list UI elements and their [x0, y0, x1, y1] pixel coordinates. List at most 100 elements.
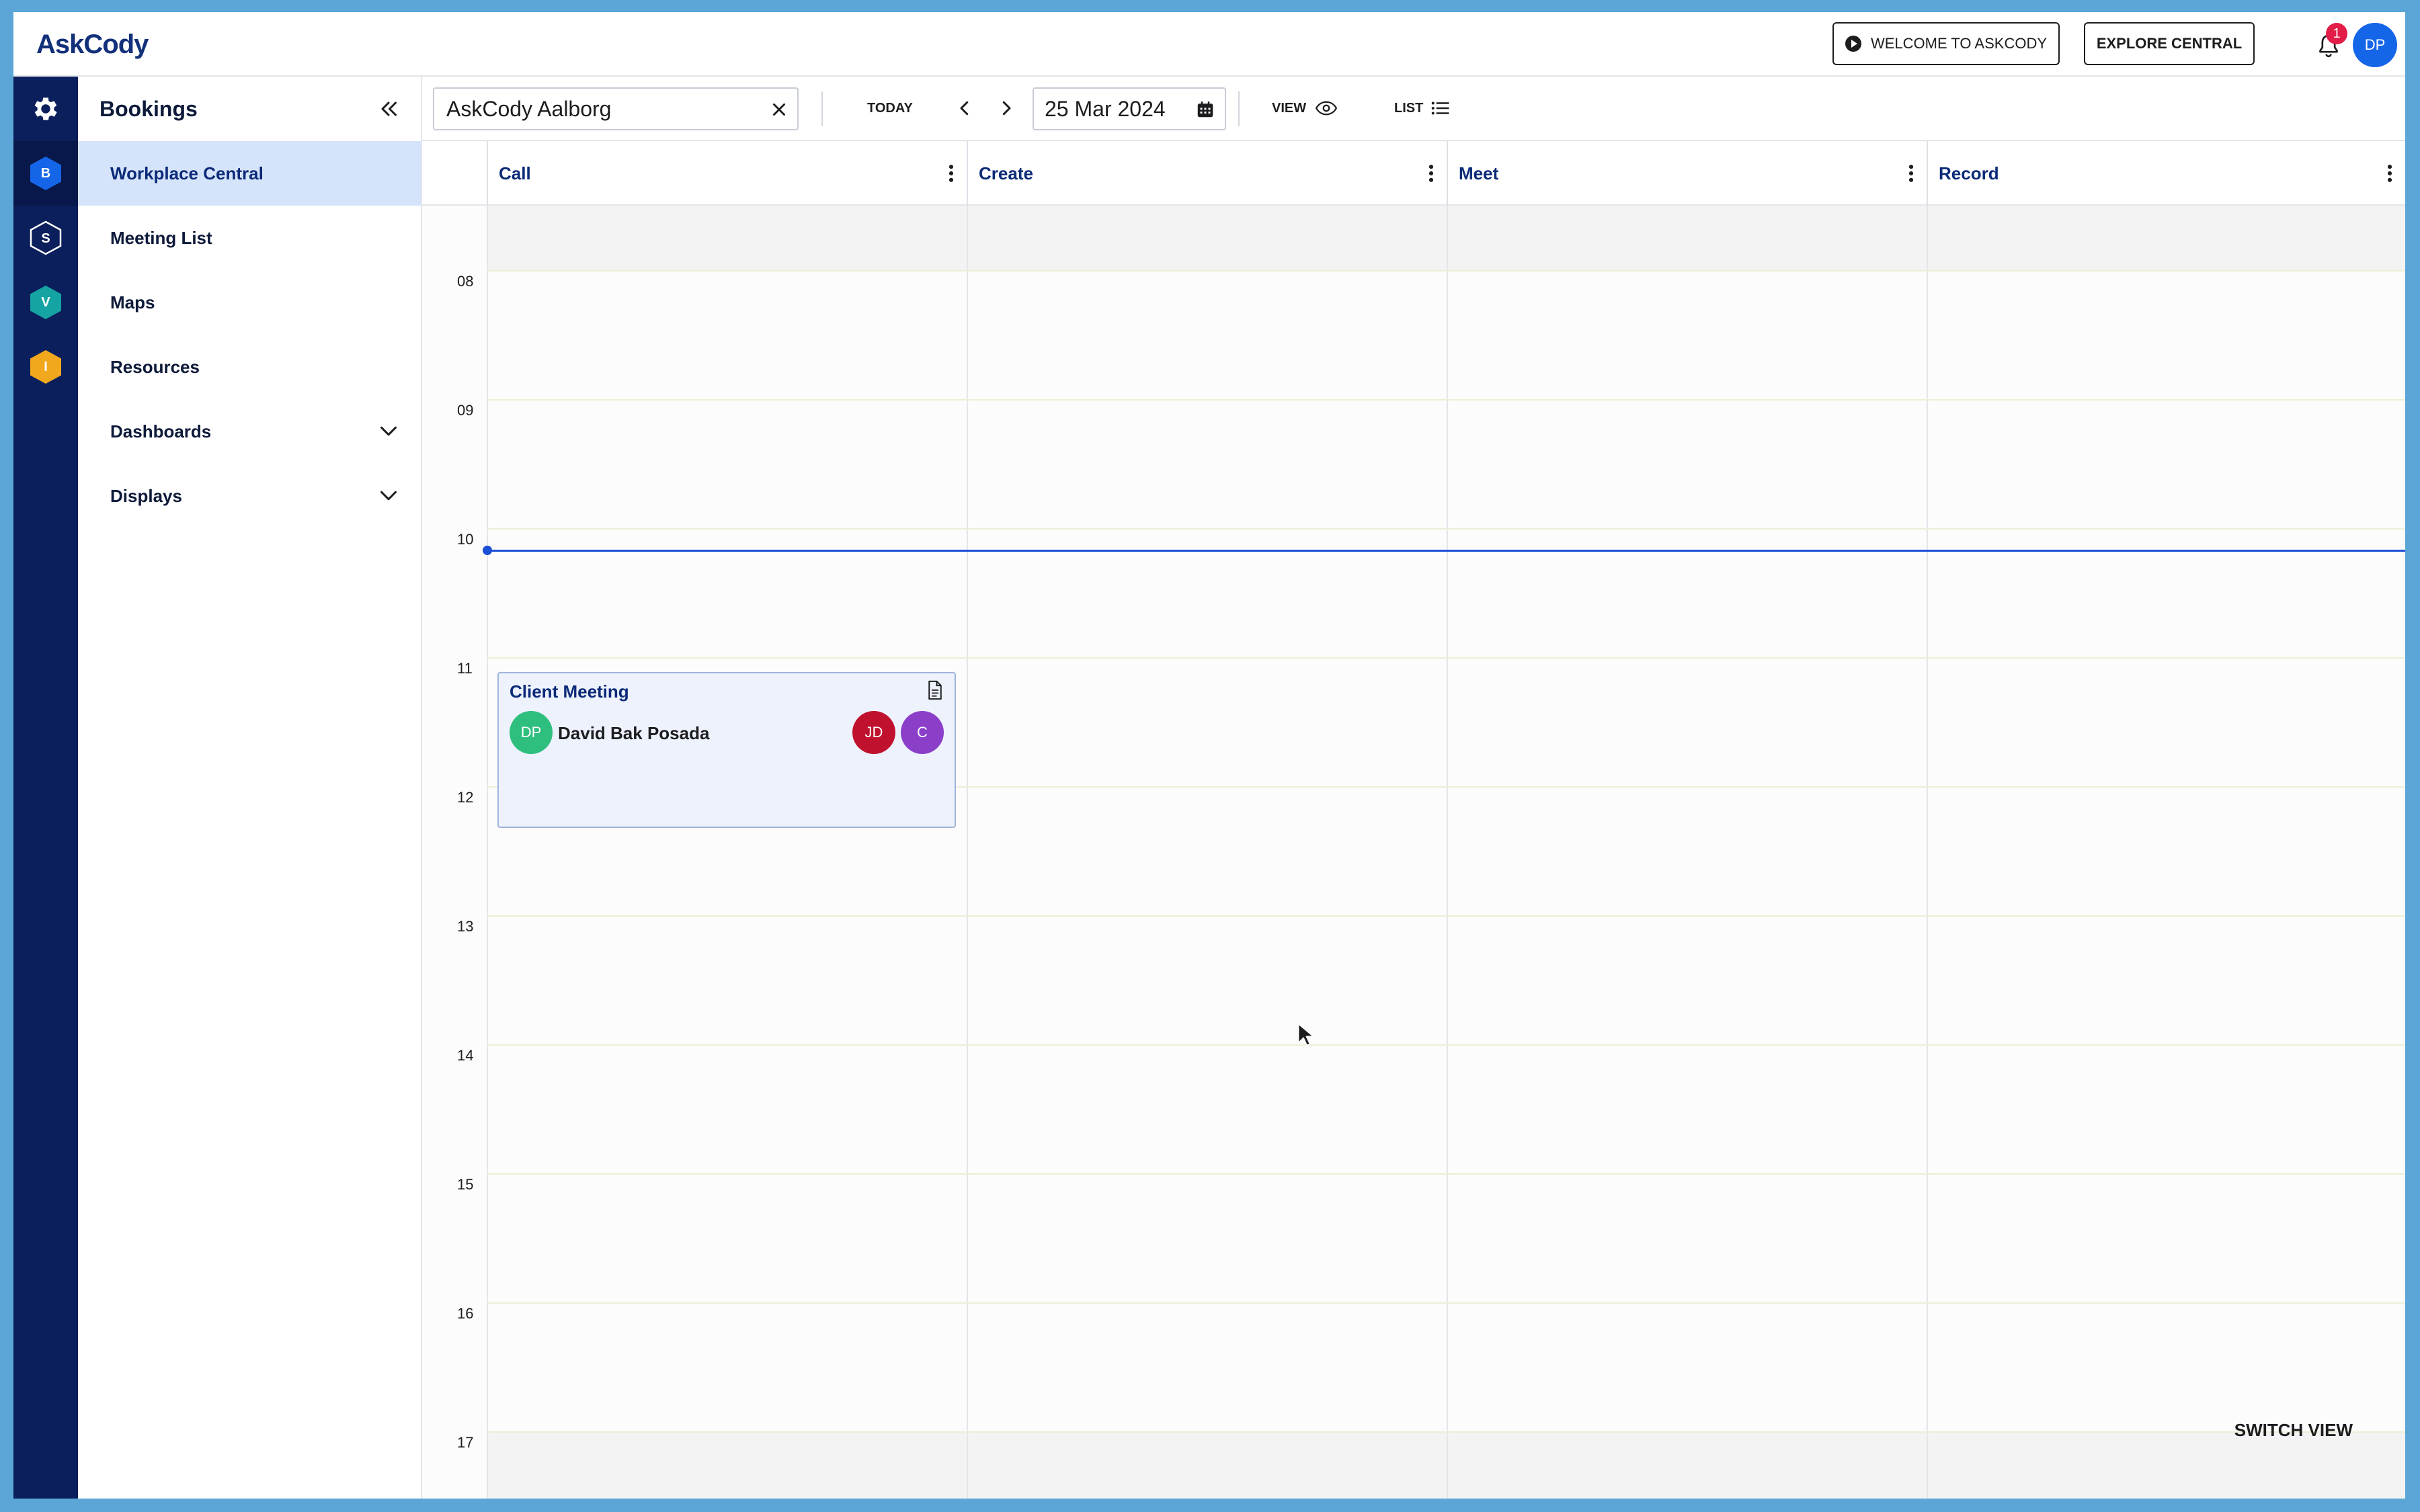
current-time-line: [487, 550, 2405, 552]
sidebar-item-workplace-central[interactable]: Workplace Central: [78, 141, 421, 206]
hour-label: 17: [457, 1434, 474, 1451]
sidebar-item-label: Resources: [110, 356, 200, 377]
date-picker[interactable]: 25 Mar 2024: [1033, 87, 1226, 130]
hour-line: [487, 657, 2405, 659]
hour-label: 11: [457, 660, 473, 677]
sidebar-item-label: Maps: [110, 292, 155, 312]
hour-label: 15: [457, 1176, 474, 1193]
services-hex-icon: S: [30, 220, 62, 255]
play-icon: [1845, 36, 1861, 52]
off-hours-block: [487, 206, 2405, 270]
toolbar-divider: [821, 91, 823, 126]
rail-bookings[interactable]: B: [13, 141, 78, 206]
column-header-record[interactable]: Record: [1927, 141, 2405, 206]
calendar-toolbar: AskCody Aalborg TODAY 25 Mar 2024 VIEW L…: [422, 77, 2405, 141]
chevron-down-icon: [380, 491, 397, 501]
column-title: Create: [979, 163, 1033, 183]
hour-label: 08: [457, 273, 474, 290]
user-avatar[interactable]: DP: [2353, 23, 2397, 67]
hour-label: 13: [457, 918, 474, 935]
more-vertical-icon[interactable]: [2386, 164, 2393, 183]
rail-services[interactable]: S: [13, 206, 78, 270]
hour-line: [487, 915, 2405, 917]
sidebar-item-meeting-list[interactable]: Meeting List: [78, 206, 421, 270]
current-time-dot: [483, 546, 492, 555]
list-icon[interactable]: [1430, 99, 1451, 117]
collapse-sidebar-icon[interactable]: [376, 97, 401, 121]
welcome-button-label: WELCOME TO ASKCODY: [1870, 35, 2048, 52]
hour-line: [487, 1302, 2405, 1304]
hour-label: 10: [457, 531, 474, 548]
welcome-button[interactable]: WELCOME TO ASKCODY: [1832, 22, 2060, 65]
bookings-hex-icon: B: [30, 157, 61, 190]
location-select[interactable]: AskCody Aalborg: [433, 87, 799, 130]
svg-text:S: S: [41, 231, 50, 246]
date-value: 25 Mar 2024: [1045, 96, 1166, 121]
hour-label: 16: [457, 1305, 474, 1322]
event-title: Client Meeting: [510, 681, 629, 702]
chevron-left-icon[interactable]: [955, 98, 975, 118]
document-icon[interactable]: [926, 680, 944, 700]
today-button[interactable]: TODAY: [867, 101, 913, 116]
hour-line: [487, 399, 2405, 401]
organizer-avatar: DP: [510, 711, 553, 754]
column-title: Call: [499, 163, 531, 183]
gear-icon: [34, 97, 57, 120]
more-vertical-icon[interactable]: [1908, 164, 1914, 183]
hour-line: [487, 1173, 2405, 1175]
column-header-create[interactable]: Create: [967, 141, 1447, 206]
event-card[interactable]: Client Meeting DP David Bak Posada JD C: [497, 672, 956, 828]
switch-view-button[interactable]: SWITCH VIEW: [2234, 1420, 2353, 1441]
rail-visitor[interactable]: V: [13, 270, 78, 335]
app-window: AskCody WELCOME TO ASKCODY EXPLORE CENTR…: [13, 12, 2405, 1499]
hour-label: 12: [457, 789, 474, 806]
explore-button-label: EXPLORE CENTRAL: [2096, 35, 2243, 52]
rail-settings[interactable]: [13, 77, 78, 141]
hour-line: [487, 1044, 2405, 1046]
notification-badge: 1: [2326, 23, 2347, 44]
sidebar: Bookings Workplace Central Meeting List …: [78, 77, 422, 1499]
list-button[interactable]: LIST: [1394, 101, 1423, 116]
more-vertical-icon[interactable]: [948, 164, 955, 183]
hour-line: [487, 528, 2405, 530]
sidebar-item-displays[interactable]: Displays: [78, 464, 421, 528]
askcody-logo[interactable]: AskCody: [36, 30, 149, 60]
rail-insights[interactable]: I: [13, 335, 78, 399]
location-value: AskCody Aalborg: [446, 96, 612, 121]
explore-central-button[interactable]: EXPLORE CENTRAL: [2084, 22, 2255, 65]
toolbar-divider: [1238, 91, 1240, 126]
sidebar-item-label: Displays: [110, 485, 182, 506]
sidebar-header: Bookings: [78, 77, 421, 141]
hour-label: 14: [457, 1047, 474, 1064]
hour-label: 09: [457, 402, 474, 419]
calendar-grid: Call Create Meet Record 08 09 10 11 12 1…: [422, 141, 2405, 1499]
attendee-avatar: JD: [852, 711, 895, 754]
view-button[interactable]: VIEW: [1272, 101, 1306, 116]
sidebar-item-resources[interactable]: Resources: [78, 335, 421, 399]
attendee-avatar: C: [901, 711, 944, 754]
sidebar-item-dashboards[interactable]: Dashboards: [78, 399, 421, 464]
off-hours-block: [487, 1431, 2405, 1499]
calendar-icon[interactable]: [1195, 99, 1215, 120]
column-header-meet[interactable]: Meet: [1447, 141, 1927, 206]
chevron-down-icon: [380, 426, 397, 436]
sidebar-item-label: Meeting List: [110, 227, 212, 248]
more-vertical-icon[interactable]: [1428, 164, 1435, 183]
column-header-call[interactable]: Call: [487, 141, 967, 206]
sidebar-item-maps[interactable]: Maps: [78, 270, 421, 335]
sidebar-item-label: Dashboards: [110, 421, 212, 442]
sidebar-title: Bookings: [99, 96, 198, 121]
chevron-right-icon[interactable]: [996, 98, 1016, 118]
hour-line: [487, 270, 2405, 271]
eye-icon[interactable]: [1315, 99, 1338, 117]
module-rail: B S V I: [13, 77, 78, 1499]
time-grid[interactable]: 08 09 10 11 12 13 14 15 16 17 Client Mee…: [422, 206, 2405, 1499]
column-title: Record: [1939, 163, 1999, 183]
column-title: Meet: [1459, 163, 1499, 183]
visitor-hex-icon: V: [30, 286, 61, 319]
organizer-name: David Bak Posada: [558, 723, 710, 743]
close-icon[interactable]: [770, 101, 788, 118]
sidebar-item-label: Workplace Central: [110, 163, 264, 183]
insights-hex-icon: I: [30, 350, 61, 384]
mouse-cursor-icon: [1297, 1023, 1314, 1046]
